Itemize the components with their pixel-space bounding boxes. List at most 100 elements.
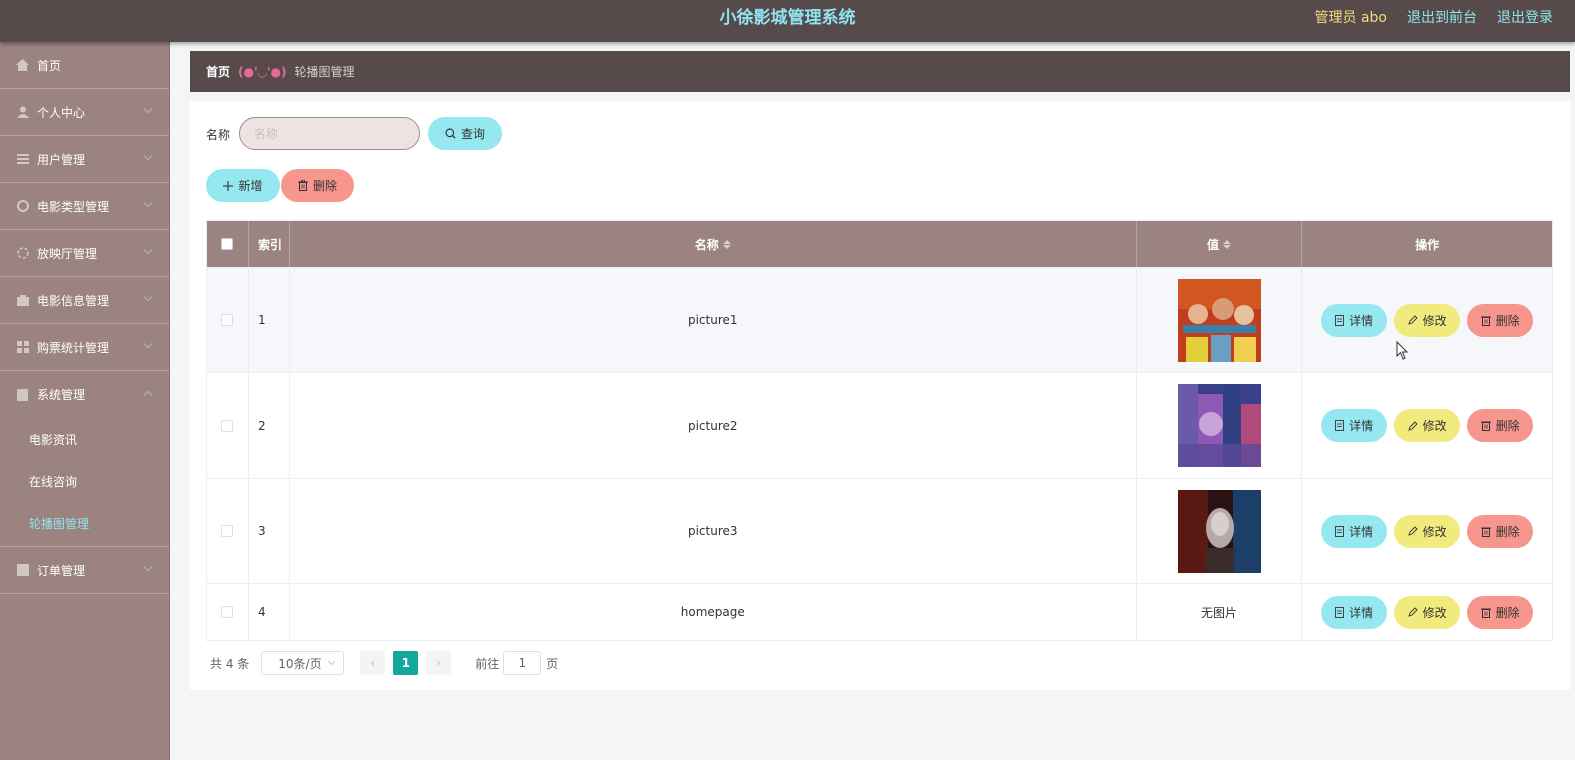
admin-label: 管理员 abo bbox=[1314, 10, 1387, 26]
delete-button-label: 删除 bbox=[1495, 313, 1520, 328]
goto-page-input[interactable] bbox=[503, 651, 542, 675]
pencil-icon bbox=[1407, 607, 1418, 617]
row-checkbox[interactable] bbox=[221, 606, 234, 618]
edit-button[interactable]: 修改 bbox=[1394, 595, 1461, 629]
header-name[interactable]: 名称 bbox=[290, 221, 1137, 267]
sidebar-item-home[interactable]: 首页 bbox=[0, 42, 169, 89]
top-bar: 小徐影城管理系统 管理员 abo 退出到前台 退出登录 bbox=[0, 0, 1575, 42]
edit-button[interactable]: 修改 bbox=[1394, 409, 1461, 442]
detail-button[interactable]: 详情 bbox=[1321, 514, 1388, 548]
sidebar: 首页 个人中心 用户管理 电影类型管理 放映厅管理 电影信息管理 购票统计管理 … bbox=[0, 42, 170, 760]
header-value[interactable]: 值 bbox=[1137, 221, 1303, 267]
page-suffix: 页 bbox=[546, 656, 559, 671]
system-icon bbox=[16, 388, 29, 401]
add-button[interactable]: 新增 bbox=[206, 169, 280, 202]
sidebar-item-ticket-stats[interactable]: 购票统计管理 bbox=[0, 324, 169, 371]
page-number-button[interactable]: 1 bbox=[393, 651, 419, 675]
row-value-cell bbox=[1137, 373, 1303, 478]
sort-icon[interactable] bbox=[722, 239, 731, 249]
chevron-down-icon bbox=[143, 198, 153, 208]
delete-button[interactable]: 删除 bbox=[1467, 409, 1534, 442]
pagination-total: 共 4 条 bbox=[210, 656, 250, 671]
sidebar-item-movie-info[interactable]: 电影信息管理 bbox=[0, 277, 169, 324]
row-ops-cell: 详情 修改 删除 bbox=[1302, 479, 1552, 583]
row-checkbox[interactable] bbox=[221, 314, 234, 326]
delete-button[interactable]: 删除 bbox=[1467, 303, 1534, 337]
batch-delete-button-label: 删除 bbox=[312, 179, 337, 193]
table-header: 索引 名称 值 操作 bbox=[207, 221, 1552, 267]
delete-button[interactable]: 删除 bbox=[1467, 595, 1534, 629]
document-icon bbox=[1335, 314, 1345, 326]
search-label: 名称 bbox=[206, 128, 231, 142]
sidebar-item-system[interactable]: 系统管理 bbox=[0, 371, 169, 418]
row-select-cell bbox=[207, 584, 249, 640]
row-name: picture1 bbox=[290, 268, 1137, 372]
sidebar-subitem-carousel[interactable]: 轮播图管理 bbox=[0, 502, 169, 544]
pencil-icon bbox=[1407, 526, 1418, 536]
chevron-up-icon bbox=[143, 390, 153, 400]
breadcrumb-home[interactable]: 首页 bbox=[206, 63, 230, 80]
sort-icon[interactable] bbox=[1223, 239, 1231, 249]
row-select-cell bbox=[207, 479, 249, 583]
sidebar-item-label: 电影类型管理 bbox=[37, 199, 110, 214]
detail-button[interactable]: 详情 bbox=[1321, 303, 1388, 337]
search-input[interactable] bbox=[239, 117, 420, 150]
header-index: 索引 bbox=[249, 221, 290, 267]
breadcrumb: 首页 (●'◡'●) 轮播图管理 bbox=[190, 51, 1570, 92]
edit-button-label: 修改 bbox=[1422, 524, 1447, 539]
info-icon bbox=[16, 294, 29, 307]
sidebar-item-user-management[interactable]: 用户管理 bbox=[0, 136, 169, 183]
page-size-value: 10条/页 bbox=[278, 656, 322, 671]
user-icon bbox=[16, 106, 29, 119]
exit-to-front-link[interactable]: 退出到前台 bbox=[1407, 0, 1477, 36]
next-page-button[interactable]: › bbox=[426, 651, 452, 675]
pagination: 共 4 条 10条/页 ‹ 1 › 前往 页 bbox=[210, 651, 558, 675]
system-submenu: 电影资讯 在线咨询 轮播图管理 bbox=[0, 418, 169, 547]
select-all-checkbox[interactable] bbox=[221, 238, 234, 250]
table-row: 3 picture3 详情 修改 删除 bbox=[207, 478, 1552, 583]
film-icon bbox=[16, 200, 29, 213]
row-index: 4 bbox=[249, 584, 290, 640]
table-row: 4 homepage 无图片 详情 修改 删除 bbox=[207, 583, 1552, 640]
row-checkbox[interactable] bbox=[221, 419, 234, 432]
chevron-down-icon bbox=[143, 151, 153, 161]
document-icon bbox=[1335, 525, 1345, 537]
logout-link[interactable]: 退出登录 bbox=[1497, 0, 1553, 36]
edit-button[interactable]: 修改 bbox=[1394, 303, 1461, 337]
sidebar-item-orders[interactable]: 订单管理 bbox=[0, 547, 169, 594]
query-button[interactable]: 查询 bbox=[428, 117, 502, 150]
delete-button-label: 删除 bbox=[1495, 419, 1520, 433]
row-value: 无图片 bbox=[1137, 584, 1303, 640]
sidebar-item-personal-center[interactable]: 个人中心 bbox=[0, 89, 169, 136]
row-select-cell bbox=[207, 268, 249, 372]
row-checkbox[interactable] bbox=[221, 525, 234, 537]
header-value-label: 值 bbox=[1206, 237, 1219, 252]
sidebar-item-hall[interactable]: 放映厅管理 bbox=[0, 230, 169, 277]
detail-button[interactable]: 详情 bbox=[1321, 595, 1388, 629]
detail-button-label: 详情 bbox=[1349, 605, 1374, 620]
home-icon bbox=[16, 59, 29, 72]
row-select-cell bbox=[207, 373, 249, 478]
add-button-label: 新增 bbox=[238, 179, 263, 193]
document-icon bbox=[1335, 420, 1345, 431]
search-icon bbox=[445, 128, 456, 139]
detail-button-label: 详情 bbox=[1349, 313, 1374, 328]
row-index: 3 bbox=[249, 479, 290, 583]
order-icon bbox=[16, 564, 29, 577]
sidebar-item-movie-type[interactable]: 电影类型管理 bbox=[0, 183, 169, 230]
table-row: 2 picture2 详情 修改 删除 bbox=[207, 372, 1552, 478]
plus-icon bbox=[223, 180, 234, 191]
prev-page-button[interactable]: ‹ bbox=[360, 651, 386, 675]
edit-button-label: 修改 bbox=[1422, 419, 1447, 433]
page-size-select[interactable]: 10条/页 bbox=[261, 651, 345, 675]
delete-button[interactable]: 删除 bbox=[1467, 514, 1534, 548]
sidebar-item-label: 购票统计管理 bbox=[37, 340, 110, 355]
detail-button[interactable]: 详情 bbox=[1321, 409, 1388, 442]
sidebar-subitem-movie-news[interactable]: 电影资讯 bbox=[0, 418, 169, 460]
edit-button[interactable]: 修改 bbox=[1394, 514, 1461, 548]
chevron-down-icon bbox=[143, 562, 153, 572]
sidebar-subitem-online-consult[interactable]: 在线咨询 bbox=[0, 460, 169, 502]
batch-delete-button[interactable]: 删除 bbox=[281, 169, 354, 202]
carousel-thumbnail-image bbox=[1177, 489, 1261, 573]
row-index: 1 bbox=[249, 268, 290, 372]
